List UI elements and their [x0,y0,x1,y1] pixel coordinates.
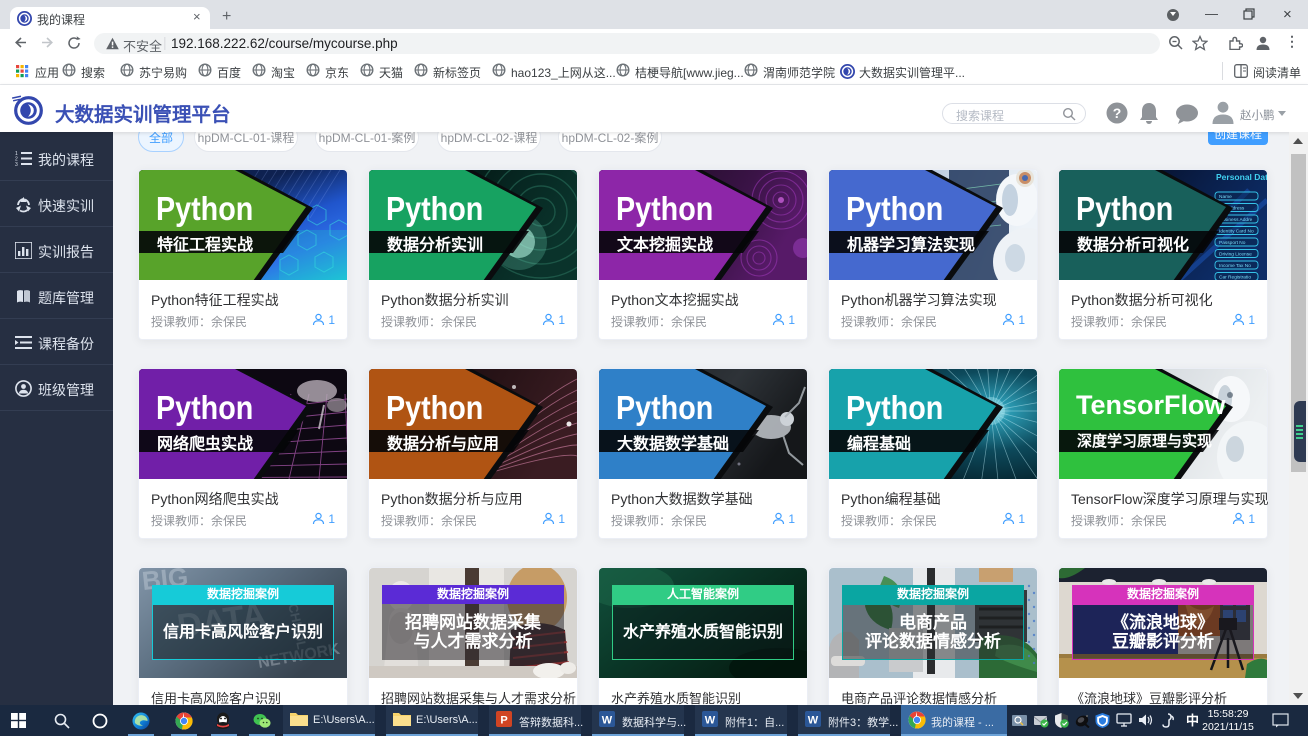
svg-text:?: ? [1113,105,1122,121]
svg-text:P: P [500,715,507,727]
svg-text:W: W [705,715,716,727]
svg-text:W: W [602,715,613,727]
svg-text:W: W [808,715,819,727]
svg-text:3: 3 [15,162,18,167]
